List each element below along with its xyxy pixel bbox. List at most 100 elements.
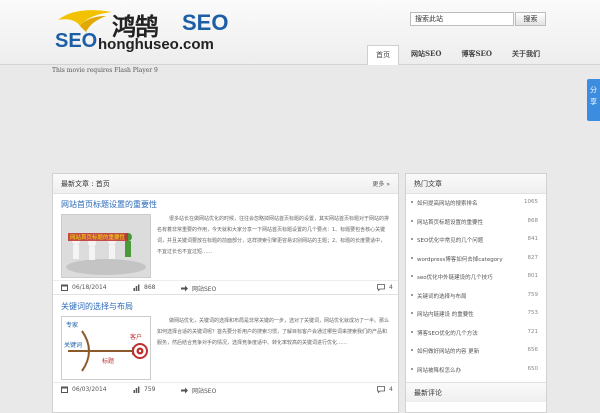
post-views-count: 759: [144, 386, 156, 393]
post-title-link[interactable]: 网站首页标题设置的重要性: [61, 199, 157, 210]
post-item: 网站首页标题设置的重要性 网站首页标题的重要性 很多站长在做网站优化的时候，往往…: [53, 194, 398, 295]
popular-post-item[interactable]: 博客SEO优化的几个方法 721: [406, 324, 546, 343]
post-thumbnail-caption: 网站首页标题的重要性: [70, 233, 126, 241]
thumbnail-label-keyword: 关键词: [64, 341, 82, 349]
post-date-text: 06/03/2014: [72, 386, 107, 393]
more-link[interactable]: 更多 »: [372, 179, 390, 188]
logo-seo-text: SEO: [182, 10, 229, 35]
latest-posts-panel: 最新文章 : 首页 更多 » 网站首页标题设置的重要性 网站首页标题的重要性 很…: [52, 173, 399, 413]
popular-post-link[interactable]: 如何做好网站的内容 更新: [417, 347, 512, 355]
post-comments-count: 4: [389, 284, 393, 291]
popular-post-count: 753: [527, 310, 539, 316]
thumbnail-label-customer: 客户: [130, 333, 142, 341]
post-views-count: 868: [144, 284, 156, 291]
bullet-icon: [411, 367, 413, 370]
popular-post-link[interactable]: SEO优化中常见的几个问题: [417, 236, 512, 244]
panel-title: 最新文章 : 首页: [61, 180, 110, 188]
popular-post-item[interactable]: 网站被降权怎么办 650: [406, 361, 546, 380]
thumbnail-label-expert: 专家: [66, 321, 78, 329]
bullet-icon: [411, 330, 413, 333]
bar-chart-icon: [133, 284, 140, 291]
calendar-icon: [61, 386, 68, 393]
popular-post-count: 827: [527, 254, 539, 261]
popular-post-item[interactable]: 如何提高网站的搜索排名 1065: [406, 194, 546, 213]
popular-post-link[interactable]: seo优化中外链建设的几个技巧: [417, 273, 512, 281]
popular-post-link[interactable]: 博客SEO优化的几个方法: [417, 329, 512, 337]
post-excerpt: 很多站长在做网站优化的时候，往往会忽略掉网站首页标题的设置，其实网站首页标题对于…: [157, 216, 390, 255]
nav-item-about[interactable]: 关于我们: [504, 45, 548, 63]
sidebar-header: 热门文章: [406, 174, 546, 194]
site-header: 鸿鹄 SEO SEO honghuseo.com 搜索 首页 网站SEO 博客S…: [0, 0, 600, 65]
sidebar-subheader: 最新评论: [406, 382, 546, 402]
nav-item-home[interactable]: 首页: [367, 45, 399, 65]
share-button[interactable]: 分享: [587, 79, 600, 121]
post-category-link: 网站SEO: [192, 286, 217, 293]
logo-domain: honghuseo.com: [98, 36, 214, 53]
sidebar-subtitle: 最新评论: [414, 389, 442, 397]
nav-item-site-seo[interactable]: 网站SEO: [403, 45, 450, 63]
popular-post-count: 721: [527, 328, 539, 335]
bullet-icon: [411, 349, 413, 351]
popular-post-item[interactable]: 如何做好网站的内容 更新 656: [406, 342, 546, 361]
popular-post-count: 650: [527, 365, 539, 372]
calendar-icon: [61, 284, 68, 291]
popular-post-count: 801: [527, 273, 539, 279]
popular-post-item[interactable]: SEO优化中常见的几个问题 841: [406, 231, 546, 250]
popular-post-link[interactable]: 如何提高网站的搜索排名: [417, 199, 512, 207]
post-category[interactable]: 网站SEO: [181, 284, 216, 293]
popular-post-link[interactable]: 网站内链建设 的重要性: [417, 310, 512, 318]
popular-post-item[interactable]: 关键词的选择与布局 759: [406, 287, 546, 306]
flash-notice: This movie requires Flash Player 9: [52, 67, 158, 74]
site-logo[interactable]: 鸿鹄 SEO SEO honghuseo.com: [52, 4, 232, 56]
bullet-icon: [411, 275, 413, 277]
popular-posts-list: 如何提高网站的搜索排名 1065 网站首页标题设置的重要性 868 SEO优化中常见…: [406, 194, 546, 379]
post-views: 759: [133, 386, 155, 393]
popular-post-item[interactable]: 网站内链建设 的重要性 753: [406, 305, 546, 324]
comment-icon: [377, 386, 385, 393]
post-meta: 06/03/2014 759 网站SEO 4: [53, 382, 398, 397]
popular-post-link[interactable]: 关键词的选择与布局: [417, 292, 512, 300]
bullet-icon: [411, 256, 413, 259]
post-date: 06/03/2014: [61, 386, 107, 393]
post-comments[interactable]: 4: [377, 386, 393, 393]
post-thumbnail[interactable]: 网站首页标题的重要性: [61, 214, 151, 278]
bar-chart-icon: [133, 386, 140, 393]
nav-item-blog-seo[interactable]: 博客SEO: [454, 45, 501, 63]
post-category-link: 网站SEO: [192, 388, 217, 395]
bullet-icon: [411, 293, 413, 296]
popular-post-count: 759: [527, 291, 539, 298]
post-category[interactable]: 网站SEO: [181, 386, 216, 395]
arrow-right-icon: [181, 285, 188, 292]
popular-post-count: 841: [527, 236, 539, 242]
post-comments-count: 4: [389, 386, 393, 393]
popular-post-count: 1065: [524, 199, 538, 205]
post-thumbnail[interactable]: 专家 客户 关键词 标题: [61, 316, 151, 380]
post-item: 关键词的选择与布局 专家 客户 关键词 标题 做网站优化，关键词的选择和布局是非…: [53, 296, 398, 406]
bullet-icon: [411, 238, 413, 240]
popular-post-count: 656: [527, 347, 539, 353]
sidebar-title: 热门文章: [414, 180, 442, 188]
search-input[interactable]: [410, 12, 514, 26]
post-thumbnail-image: 网站首页标题的重要性: [62, 215, 150, 277]
popular-posts-sidebar: 热门文章 如何提高网站的搜索排名 1065 网站首页标题设置的重要性 868 SEO…: [405, 173, 547, 413]
post-title-link[interactable]: 关键词的选择与布局: [61, 301, 133, 312]
popular-post-item[interactable]: seo优化中外链建设的几个技巧 801: [406, 268, 546, 287]
thumbnail-label-title: 标题: [102, 357, 114, 365]
panel-header: 最新文章 : 首页 更多 »: [53, 174, 398, 194]
popular-post-link[interactable]: wordpress博客如何去掉category: [417, 255, 512, 263]
bullet-icon: [411, 201, 413, 203]
search-button[interactable]: 搜索: [515, 12, 546, 26]
arrow-right-icon: [181, 387, 188, 394]
bullet-icon: [411, 219, 413, 222]
bullet-icon: [411, 312, 413, 314]
popular-post-count: 868: [527, 217, 539, 224]
logo-seo-text-secondary: SEO: [55, 30, 98, 52]
popular-post-link[interactable]: 网站被降权怎么办: [417, 366, 512, 374]
post-excerpt: 做网站优化，关键词的选择和布局是非常关键的一步，选对了关键词，网站优化就成功了一…: [157, 318, 390, 346]
post-comments[interactable]: 4: [377, 284, 393, 291]
post-views: 868: [133, 284, 155, 291]
post-meta: 06/18/2014 868 网站SEO 4: [53, 280, 398, 295]
popular-post-link[interactable]: 网站首页标题设置的重要性: [417, 218, 512, 226]
popular-post-item[interactable]: wordpress博客如何去掉category 827: [406, 250, 546, 269]
popular-post-item[interactable]: 网站首页标题设置的重要性 868: [406, 213, 546, 232]
